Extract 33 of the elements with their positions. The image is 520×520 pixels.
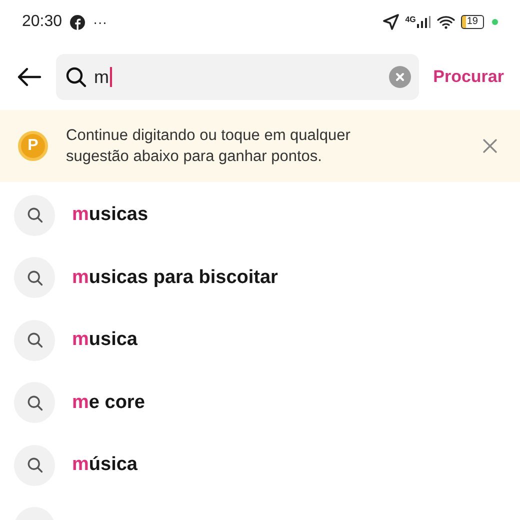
- back-arrow-icon: [16, 66, 42, 88]
- wifi-icon: [436, 15, 455, 29]
- search-icon: [64, 65, 88, 89]
- suggestion-item[interactable]: musicas: [0, 184, 520, 246]
- suggestion-text: musica: [72, 328, 138, 352]
- search-icon: [26, 331, 44, 350]
- suggestion-text: musicas para biscoitar: [72, 266, 278, 290]
- suggestion-text: música: [72, 453, 138, 477]
- search-icon: [26, 268, 44, 287]
- social-app-icon: [70, 14, 86, 30]
- location-icon: [383, 14, 400, 30]
- clear-icon: [395, 72, 406, 82]
- search-icon: [26, 206, 44, 224]
- suggestion-item[interactable]: musica: [0, 309, 520, 372]
- close-icon: [483, 139, 497, 153]
- points-badge: P: [18, 131, 48, 161]
- suggestion-text: musicas: [72, 203, 148, 227]
- network-type: 4G: [405, 16, 416, 24]
- signal-icon: [416, 16, 431, 28]
- suggestion-item[interactable]: música: [0, 434, 520, 496]
- search-icon: [26, 456, 44, 474]
- status-time: 20:30: [22, 12, 62, 32]
- search-submit-link[interactable]: Procurar: [431, 64, 506, 90]
- suggestion-text: me core: [72, 390, 145, 414]
- more-notifications: ···: [93, 12, 108, 32]
- suggestion-item[interactable]: me core: [0, 372, 520, 434]
- search-field[interactable]: m: [56, 54, 420, 100]
- clear-button[interactable]: [389, 66, 412, 88]
- banner-message: Continue digitando ou toque em qualquer sugestão abaixo para ganhar pontos.: [66, 126, 352, 167]
- suggestion-item[interactable]: musicas para biscoitar: [0, 246, 520, 309]
- battery-indicator: 19: [460, 15, 484, 29]
- search-input-text: m: [94, 67, 112, 87]
- search-icon: [26, 394, 44, 412]
